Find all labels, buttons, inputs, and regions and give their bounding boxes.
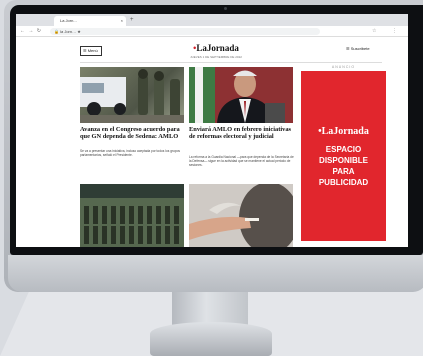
subscribe-link[interactable]: ☰ Suscribete — [346, 46, 370, 51]
ad-text: ESPACIO DISPONIBLE PARA PUBLICIDAD — [301, 144, 386, 188]
bookmark-icon[interactable]: ☆ — [372, 28, 376, 34]
tab-lajornada[interactable]: La Jorn... × — [54, 16, 126, 26]
nav-buttons[interactable]: ← → ↻ — [20, 28, 42, 34]
ad-line: ESPACIO — [325, 145, 362, 154]
ad-line: DISPONIBLE — [319, 156, 368, 165]
article-2-summary: La reforma a la Guardia Nacional —para q… — [189, 155, 294, 167]
smoker-photo — [189, 184, 293, 247]
ad-logo: •LaJornada — [301, 126, 386, 137]
article-2-image[interactable] — [189, 67, 293, 123]
article-1-summary: Se va a presentar una iniciativa, inclus… — [80, 149, 180, 157]
monitor-stand-base — [150, 322, 272, 356]
soldiers-truck-photo — [80, 69, 184, 123]
monitor-stand-neck — [172, 292, 248, 326]
browser-window: La Jorn... × + ← → ↻ 🔒 la Jorn… ★ ☆ ⋮ ☰ … — [16, 14, 408, 247]
article-1-headline[interactable]: Avanza en el Congreso acuerdo para que G… — [80, 126, 186, 140]
troops-formation-photo — [80, 184, 184, 247]
tab-close-icon[interactable]: × — [121, 16, 123, 26]
article-2-headline[interactable]: Enviará AMLO en febrero iniciativas de r… — [189, 126, 297, 140]
page-date: JUEVES 1 DE SEPTIEMBRE DE 2022 — [190, 55, 242, 59]
header-divider — [80, 62, 382, 63]
ad-logo-text: LaJornada — [321, 126, 369, 137]
ad-label: ANUNCIO — [331, 65, 356, 69]
address-toolbar: ← → ↻ 🔒 la Jorn… ★ ☆ ⋮ — [16, 26, 408, 37]
webcam-icon — [224, 7, 227, 10]
article-1-image[interactable] — [80, 67, 184, 123]
ad-line: PARA — [332, 167, 355, 176]
monitor-chin — [8, 255, 423, 292]
tab-title: La Jorn... — [60, 18, 77, 23]
news-page: ☰ Menú •LaJornada JUEVES 1 DE SEPTIEMBRE… — [16, 38, 408, 247]
article-3-image[interactable] — [80, 184, 184, 247]
site-logo[interactable]: •LaJornada — [166, 43, 266, 53]
browser-menu-icon[interactable]: ⋮ — [392, 28, 397, 34]
ad-banner[interactable]: •LaJornada ESPACIO DISPONIBLE PARA PUBLI… — [301, 71, 386, 241]
logo-text: LaJornada — [196, 43, 239, 53]
article-4-image[interactable] — [189, 184, 293, 247]
new-tab-button[interactable]: + — [130, 16, 134, 24]
president-photo — [189, 67, 293, 123]
ad-line: PUBLICIDAD — [318, 178, 369, 187]
menu-button[interactable]: ☰ Menú — [80, 46, 102, 56]
tab-bar: La Jorn... × + — [16, 14, 408, 31]
address-bar[interactable]: 🔒 la Jorn… ★ — [50, 28, 320, 35]
